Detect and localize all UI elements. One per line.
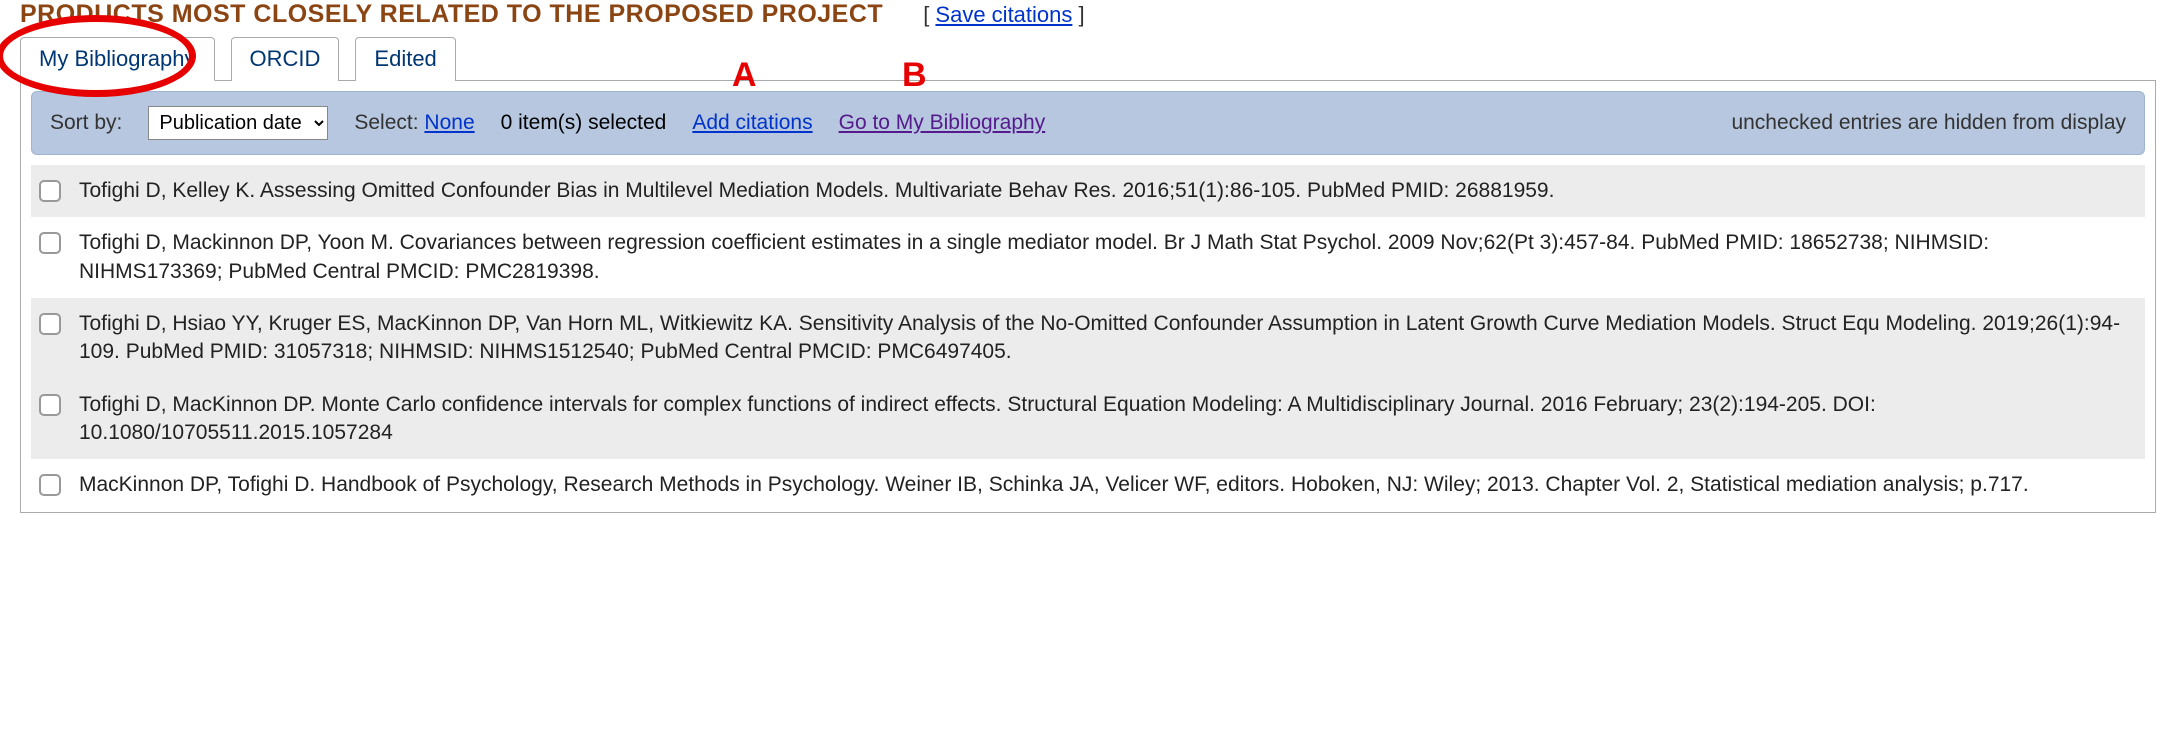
list-item: Tofighi D, Kelley K. Assessing Omitted C… bbox=[31, 165, 2145, 217]
save-citations-link[interactable]: Save citations bbox=[935, 2, 1072, 27]
list-item: Tofighi D, Mackinnon DP, Yoon M. Covaria… bbox=[31, 217, 2145, 298]
list-item: MacKinnon DP, Tofighi D. Handbook of Psy… bbox=[31, 459, 2145, 511]
citation-checkbox[interactable] bbox=[39, 180, 61, 202]
tab-edited[interactable]: Edited bbox=[355, 37, 455, 81]
citation-checkbox[interactable] bbox=[39, 474, 61, 496]
list-item: Tofighi D, Hsiao YY, Kruger ES, MacKinno… bbox=[31, 298, 2145, 379]
citation-list: Tofighi D, Kelley K. Assessing Omitted C… bbox=[31, 165, 2145, 512]
list-item: Tofighi D, MacKinnon DP. Monte Carlo con… bbox=[31, 379, 2145, 460]
select-none-link[interactable]: None bbox=[424, 111, 474, 134]
save-citations-bracket: [ Save citations ] bbox=[923, 2, 1084, 28]
tab-panel: A B Sort by: Publication date Select: No… bbox=[20, 80, 2156, 513]
citation-checkbox[interactable] bbox=[39, 232, 61, 254]
add-citations-link[interactable]: Add citations bbox=[692, 111, 812, 134]
sort-by-label: Sort by: bbox=[50, 111, 122, 135]
go-to-my-bibliography-link[interactable]: Go to My Bibliography bbox=[839, 111, 1046, 134]
sort-by-select[interactable]: Publication date bbox=[148, 106, 328, 140]
tab-my-bibliography[interactable]: My Bibliography bbox=[20, 37, 215, 81]
tab-orcid[interactable]: ORCID bbox=[231, 37, 340, 81]
citation-text: MacKinnon DP, Tofighi D. Handbook of Psy… bbox=[79, 471, 2029, 499]
hidden-entries-note: unchecked entries are hidden from displa… bbox=[1731, 111, 2126, 135]
citation-text: Tofighi D, Mackinnon DP, Yoon M. Covaria… bbox=[79, 229, 2137, 286]
toolbar: A B Sort by: Publication date Select: No… bbox=[31, 91, 2145, 155]
citation-checkbox[interactable] bbox=[39, 394, 61, 416]
citation-text: Tofighi D, MacKinnon DP. Monte Carlo con… bbox=[79, 391, 2137, 448]
citation-text: Tofighi D, Kelley K. Assessing Omitted C… bbox=[79, 177, 1554, 205]
citation-text: Tofighi D, Hsiao YY, Kruger ES, MacKinno… bbox=[79, 310, 2137, 367]
citation-checkbox[interactable] bbox=[39, 313, 61, 335]
items-selected-count: 0 item(s) selected bbox=[501, 111, 667, 135]
section-title: PRODUCTS MOST CLOSELY RELATED TO THE PRO… bbox=[20, 0, 883, 29]
select-label: Select: bbox=[354, 111, 418, 134]
